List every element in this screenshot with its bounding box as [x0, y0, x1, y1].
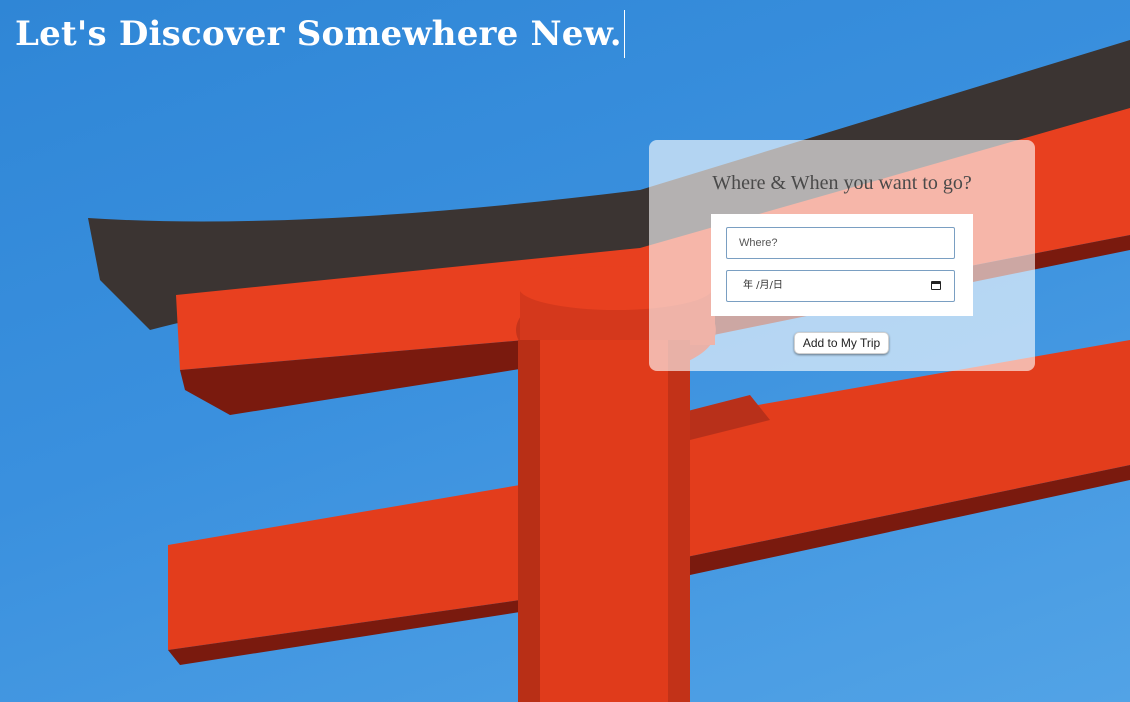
date-placeholder: 年 /月/日 — [743, 280, 783, 291]
trip-planner-panel: Where & When you want to go? 年 /月/日 Add … — [649, 140, 1035, 371]
trip-form-heading: Where & When you want to go? — [712, 172, 972, 194]
trip-form: 年 /月/日 — [711, 214, 973, 316]
calendar-icon[interactable] — [931, 281, 941, 290]
destination-input[interactable] — [727, 228, 954, 258]
add-to-trip-button[interactable]: Add to My Trip — [794, 332, 889, 354]
destination-field-wrapper — [726, 227, 955, 259]
page-title: Let's Discover Somewhere New. — [15, 10, 625, 58]
date-input[interactable]: 年 /月/日 — [726, 270, 955, 302]
